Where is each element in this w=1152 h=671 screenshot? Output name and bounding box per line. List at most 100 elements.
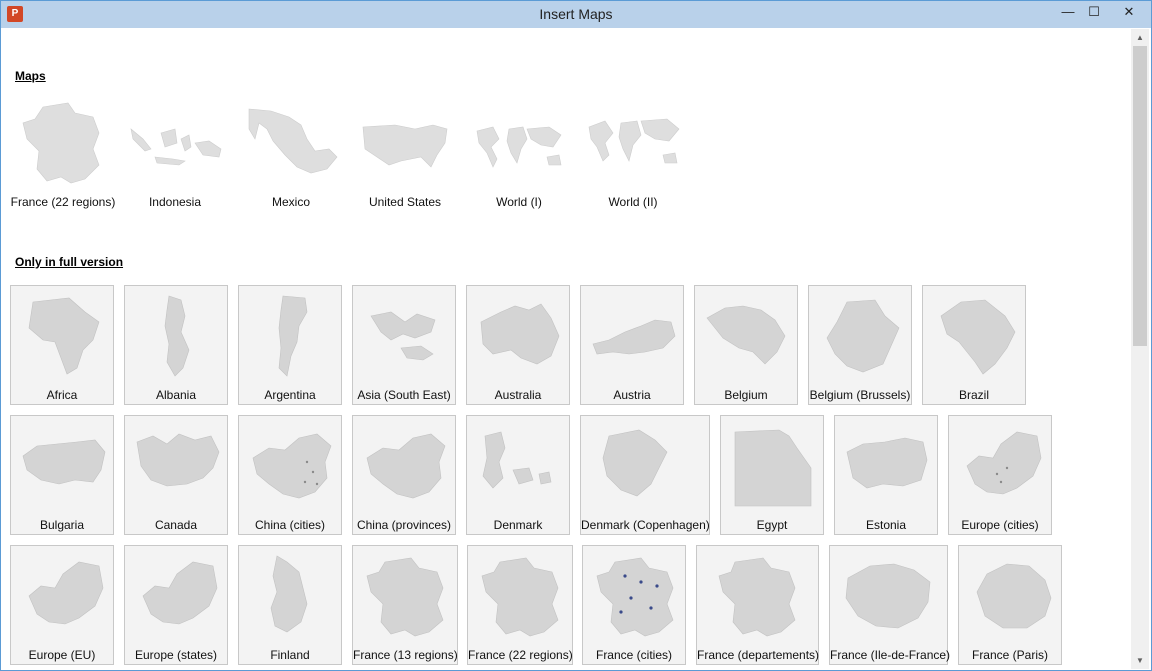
map-tile[interactable]: France (Ile-de-France) xyxy=(829,545,950,665)
map-tile[interactable]: Europe (cities) xyxy=(948,415,1052,535)
denmark-copenhagen-map-icon xyxy=(602,429,668,497)
scroll-up-arrow-icon[interactable]: ▲ xyxy=(1131,29,1149,46)
denmark-map-icon xyxy=(482,431,552,489)
free-map-label: World (I) xyxy=(496,195,542,209)
france-13-regions-map-icon xyxy=(366,557,444,637)
map-tile[interactable]: Denmark xyxy=(466,415,570,535)
map-tile[interactable]: Asia (South East) xyxy=(352,285,456,405)
map-tile[interactable]: Australia xyxy=(466,285,570,405)
europe-eu-map-icon xyxy=(28,561,104,625)
map-tile[interactable]: Finland xyxy=(238,545,342,665)
free-map-item[interactable]: Mexico xyxy=(235,99,347,209)
belgium-brussels-map-icon xyxy=(826,299,900,373)
map-tile[interactable]: Denmark (Copenhagen) xyxy=(580,415,710,535)
indonesia-map-icon xyxy=(125,99,225,189)
france-ile-de-france-map-icon xyxy=(845,563,931,629)
map-tile-label: Australia xyxy=(494,388,542,402)
map-tile[interactable]: Africa xyxy=(10,285,114,405)
free-map-item[interactable]: Indonesia xyxy=(119,99,231,209)
window-title: Insert Maps xyxy=(539,6,613,22)
map-tile[interactable]: Brazil xyxy=(922,285,1026,405)
map-tile-label: Europe (states) xyxy=(134,648,218,662)
map-tile[interactable]: Bulgaria xyxy=(10,415,114,535)
map-tile[interactable]: Europe (states) xyxy=(124,545,228,665)
map-tile[interactable]: Austria xyxy=(580,285,684,405)
map-tile[interactable]: France (cities) xyxy=(582,545,686,665)
map-tile-label: France (cities) xyxy=(595,648,672,662)
map-tile-label: Estonia xyxy=(865,518,907,532)
maximize-button[interactable]: ☐ xyxy=(1079,1,1109,23)
scrollbar-thumb[interactable] xyxy=(1133,46,1147,346)
map-tile[interactable]: Belgium (Brussels) xyxy=(808,285,912,405)
africa-map-icon xyxy=(28,297,100,375)
free-map-item[interactable]: France (22 regions) xyxy=(7,99,119,209)
full-version-section-title: Only in full version xyxy=(15,255,124,269)
free-map-item[interactable]: World (I) xyxy=(463,99,575,209)
maps-gallery: Maps France (22 regions) Indonesia Mexic… xyxy=(5,29,1131,669)
map-tile[interactable]: France (13 regions) xyxy=(352,545,458,665)
egypt-map-icon xyxy=(734,429,812,507)
free-map-label: World (II) xyxy=(608,195,658,209)
argentina-map-icon xyxy=(278,295,308,377)
map-tile[interactable]: France (Paris) xyxy=(958,545,1062,665)
asia-south-east-map-icon xyxy=(370,311,436,361)
france-22-regions-map-icon xyxy=(481,557,559,637)
albania-map-icon xyxy=(164,295,190,377)
map-tile-label: France (departements) xyxy=(697,648,820,662)
map-tile-label: Denmark (Copenhagen) xyxy=(581,518,710,532)
map-tile-label: Brazil xyxy=(958,388,989,402)
free-map-label: Mexico xyxy=(271,195,310,209)
map-tile[interactable]: Albania xyxy=(124,285,228,405)
free-map-item[interactable]: United States xyxy=(349,99,461,209)
map-tile-label: Canada xyxy=(154,518,198,532)
europe-cities-map-icon xyxy=(966,431,1042,495)
map-tile-label: France (22 regions) xyxy=(468,648,573,662)
finland-map-icon xyxy=(270,555,308,633)
france-cities-map-icon xyxy=(596,557,674,637)
china-cities-map-icon xyxy=(252,433,332,499)
map-tile[interactable]: Argentina xyxy=(238,285,342,405)
scroll-down-arrow-icon[interactable]: ▼ xyxy=(1131,652,1149,669)
map-tile-label: Asia (South East) xyxy=(357,388,451,402)
map-tile-label: Belgium (Brussels) xyxy=(809,388,911,402)
canada-map-icon xyxy=(136,433,220,487)
close-button[interactable]: ✕ xyxy=(1107,1,1151,23)
map-tile[interactable]: Belgium xyxy=(694,285,798,405)
map-tile-label: Africa xyxy=(46,388,78,402)
map-tile[interactable]: France (22 regions) xyxy=(467,545,573,665)
australia-map-icon xyxy=(480,303,560,365)
map-tile-label: Egypt xyxy=(756,518,788,532)
map-tile[interactable]: Europe (EU) xyxy=(10,545,114,665)
map-tile-label: Argentina xyxy=(264,388,316,402)
map-tile[interactable]: Canada xyxy=(124,415,228,535)
map-tile[interactable]: China (cities) xyxy=(238,415,342,535)
europe-states-map-icon xyxy=(142,561,218,625)
free-map-item[interactable]: World (II) xyxy=(577,99,689,209)
china-provinces-map-icon xyxy=(366,433,446,499)
vertical-scrollbar[interactable]: ▲ ▼ xyxy=(1131,29,1149,669)
title-bar[interactable]: P Insert Maps — ☐ ✕ xyxy=(1,1,1151,28)
brazil-map-icon xyxy=(940,299,1016,375)
map-tile-label: China (provinces) xyxy=(356,518,452,532)
united-states-map-icon xyxy=(355,99,455,189)
map-tile-label: Finland xyxy=(270,648,310,662)
map-tile-label: Belgium xyxy=(724,388,768,402)
map-tile[interactable]: France (departements) xyxy=(696,545,819,665)
world-map-icon xyxy=(583,99,683,189)
map-tile-label: China (cities) xyxy=(254,518,326,532)
mexico-map-icon xyxy=(241,99,341,189)
map-tile-label: Bulgaria xyxy=(39,518,85,532)
map-tile-label: Austria xyxy=(613,388,651,402)
estonia-map-icon xyxy=(846,437,928,489)
free-map-label: France (22 regions) xyxy=(10,195,116,209)
map-tile[interactable]: Egypt xyxy=(720,415,824,535)
map-tile-label: Europe (cities) xyxy=(961,518,1039,532)
maps-section-title: Maps xyxy=(15,69,46,83)
map-tile[interactable]: Estonia xyxy=(834,415,938,535)
map-tile-label: Europe (EU) xyxy=(28,648,96,662)
map-tile[interactable]: China (provinces) xyxy=(352,415,456,535)
map-tile-label: Denmark xyxy=(493,518,543,532)
france-paris-map-icon xyxy=(976,563,1052,629)
bulgaria-map-icon xyxy=(22,439,106,485)
map-tile-label: France (13 regions) xyxy=(353,648,458,662)
